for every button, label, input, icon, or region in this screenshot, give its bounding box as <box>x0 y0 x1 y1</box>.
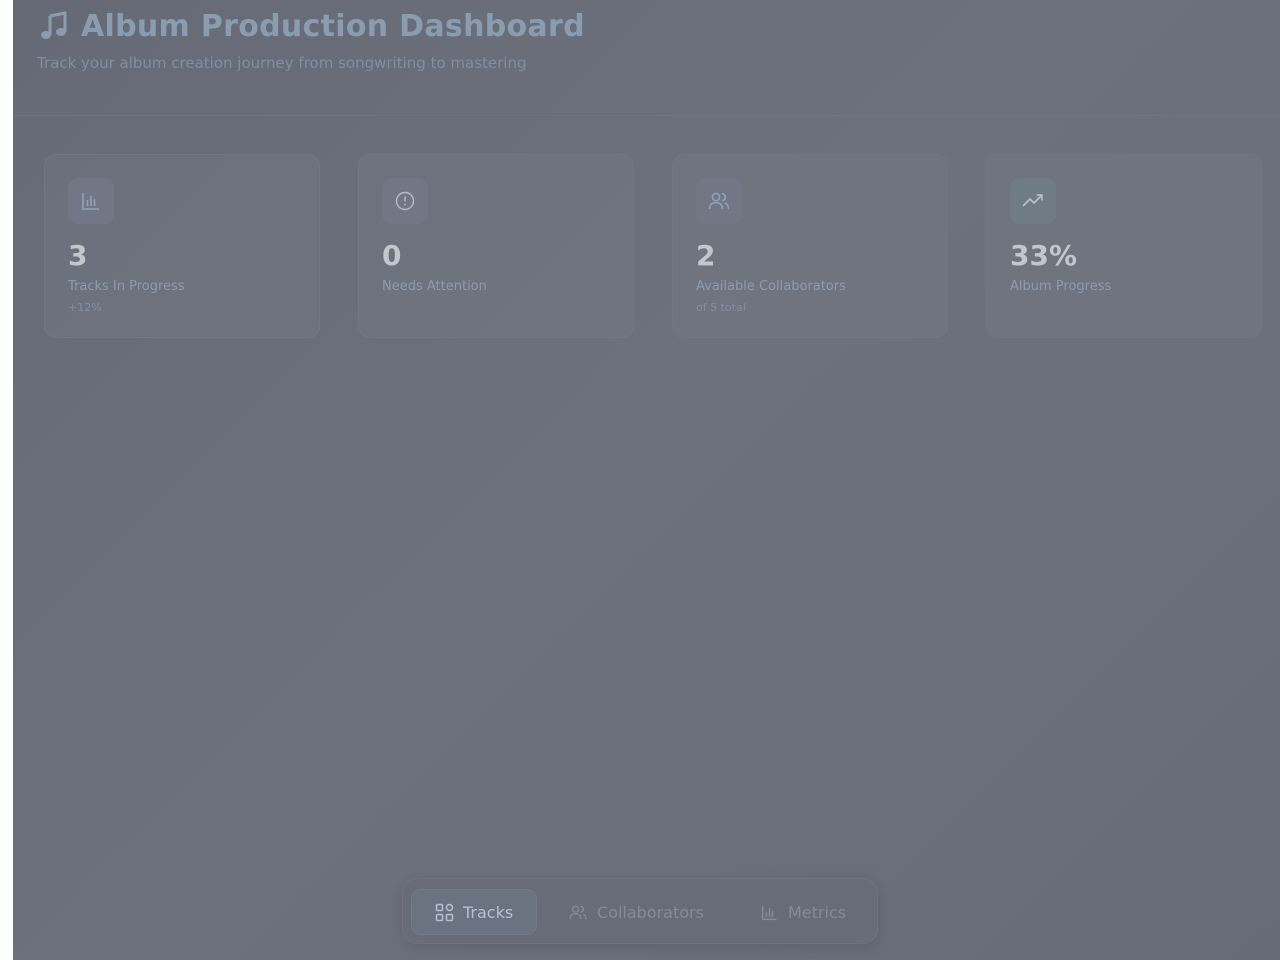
stat-value: 2 <box>696 239 716 272</box>
nav-tab-collaborators[interactable]: Collaborators <box>568 889 704 935</box>
stat-card-available-collaborators: 2 Available Collaborators of 5 total <box>672 154 948 338</box>
stat-card-tracks-in-progress: 3 Tracks In Progress +12% <box>44 154 320 338</box>
stat-label: Needs Attention <box>382 279 487 294</box>
music-note-icon <box>39 11 69 41</box>
stat-value: 3 <box>68 239 88 272</box>
stat-label: Available Collaborators <box>696 279 846 294</box>
users-icon <box>696 178 742 224</box>
trending-up-icon <box>1010 178 1056 224</box>
app-window: Album Production Dashboard Track your al… <box>13 0 1280 960</box>
stat-label: Tracks In Progress <box>68 279 185 294</box>
page-subtitle: Track your album creation journey from s… <box>37 54 527 72</box>
alert-circle-icon <box>382 178 428 224</box>
stat-value: 0 <box>382 239 402 272</box>
stat-card-needs-attention: 0 Needs Attention <box>358 154 634 338</box>
nav-tab-label: Metrics <box>788 902 847 922</box>
nav-tab-tracks[interactable]: Tracks <box>411 889 537 935</box>
bar-chart-icon <box>68 178 114 224</box>
users-icon <box>568 903 597 922</box>
stat-label: Album Progress <box>1010 279 1112 294</box>
grid-icon <box>435 903 463 922</box>
stat-change: +12% <box>68 301 102 314</box>
bottom-nav: Tracks Collaborators Metrics <box>402 878 878 944</box>
stat-total: of 5 total <box>696 301 746 314</box>
stat-card-album-progress: 33% Album Progress <box>986 154 1262 338</box>
nav-tab-label: Tracks <box>463 902 514 922</box>
stat-value: 33% <box>1010 239 1078 272</box>
nav-tab-metrics[interactable]: Metrics <box>760 889 846 935</box>
page-title: Album Production Dashboard <box>81 8 585 44</box>
title-row: Album Production Dashboard <box>39 6 585 46</box>
page-header: Album Production Dashboard Track your al… <box>13 0 1280 116</box>
nav-tab-label: Collaborators <box>597 902 704 922</box>
bar-chart-icon <box>760 903 788 922</box>
